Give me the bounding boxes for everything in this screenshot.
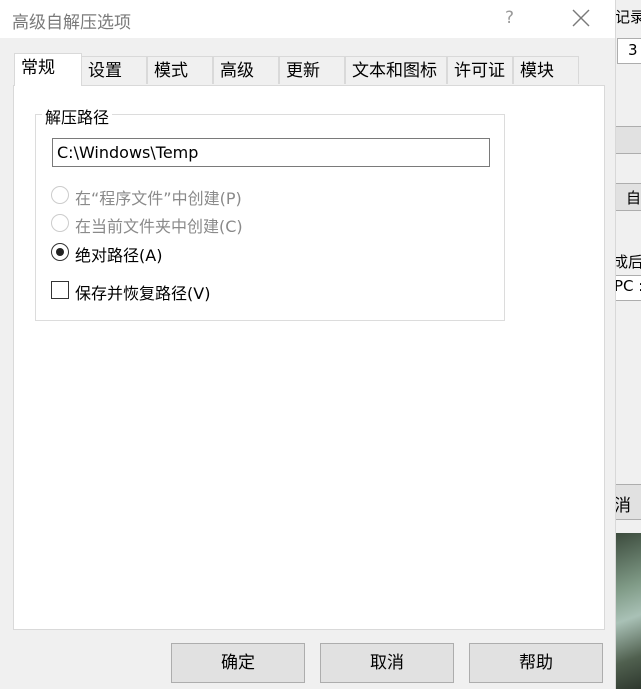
background-text-fragment: 成后( <box>615 253 641 271</box>
tab-text-and-icon[interactable]: 文本和图标 <box>345 56 447 84</box>
background-text-fragment: 3 <box>628 41 638 59</box>
help-title-button[interactable]: ? <box>505 8 514 28</box>
tab-general[interactable]: 常规 <box>14 53 82 86</box>
radio-button[interactable] <box>51 214 69 232</box>
tab-settings[interactable]: 设置 <box>81 56 147 84</box>
title-bar: 高级自解压选项 ? <box>0 0 615 38</box>
save-restore-path-checkbox[interactable] <box>51 281 69 299</box>
tab-license[interactable]: 许可证 <box>447 56 513 84</box>
help-button[interactable]: 帮助 <box>469 643 603 683</box>
background-button: 消 <box>615 484 641 520</box>
close-icon <box>572 9 590 27</box>
tab-modules[interactable]: 模块 <box>513 56 579 84</box>
background-image <box>615 533 641 689</box>
background-button <box>615 126 641 154</box>
dialog-title: 高级自解压选项 <box>12 13 131 33</box>
background-text-fragment: 自 <box>626 189 641 207</box>
tab-advanced[interactable]: 高级 <box>213 56 279 84</box>
background-field: 3 <box>617 38 641 64</box>
radio-label: 绝对路径(A) <box>75 246 163 265</box>
radio-button[interactable] <box>51 243 69 261</box>
background-window: 记录 3 自 成后( PC : 消 <box>615 0 641 689</box>
background-text-fragment: PC : <box>615 277 641 295</box>
advanced-sfx-options-dialog: 高级自解压选项 ? 解压路径 C:\Windows\Temp 在“程序文件”中创… <box>0 0 616 689</box>
radio-button[interactable] <box>51 186 69 204</box>
background-button: 自 <box>615 183 641 211</box>
extract-path-group: 解压路径 C:\Windows\Temp 在“程序文件”中创建(P) 在当前文件… <box>35 104 505 321</box>
tab-update[interactable]: 更新 <box>279 56 345 84</box>
checkbox-label: 保存并恢复路径(V) <box>75 284 211 303</box>
radio-label: 在当前文件夹中创建(C) <box>75 217 243 236</box>
tab-mode[interactable]: 模式 <box>147 56 213 84</box>
extract-path-input[interactable]: C:\Windows\Temp <box>52 138 490 167</box>
group-label: 解压路径 <box>42 104 113 128</box>
background-text-fragment: 记录 <box>615 8 641 26</box>
ok-button[interactable]: 确定 <box>171 643 305 683</box>
close-button[interactable] <box>570 7 592 29</box>
cancel-button[interactable]: 取消 <box>320 643 454 683</box>
background-text-fragment: 消 <box>615 496 631 516</box>
tab-panel-general: 解压路径 C:\Windows\Temp 在“程序文件”中创建(P) 在当前文件… <box>13 85 605 630</box>
background-field: PC : <box>615 275 641 301</box>
radio-label: 在“程序文件”中创建(P) <box>75 189 242 208</box>
